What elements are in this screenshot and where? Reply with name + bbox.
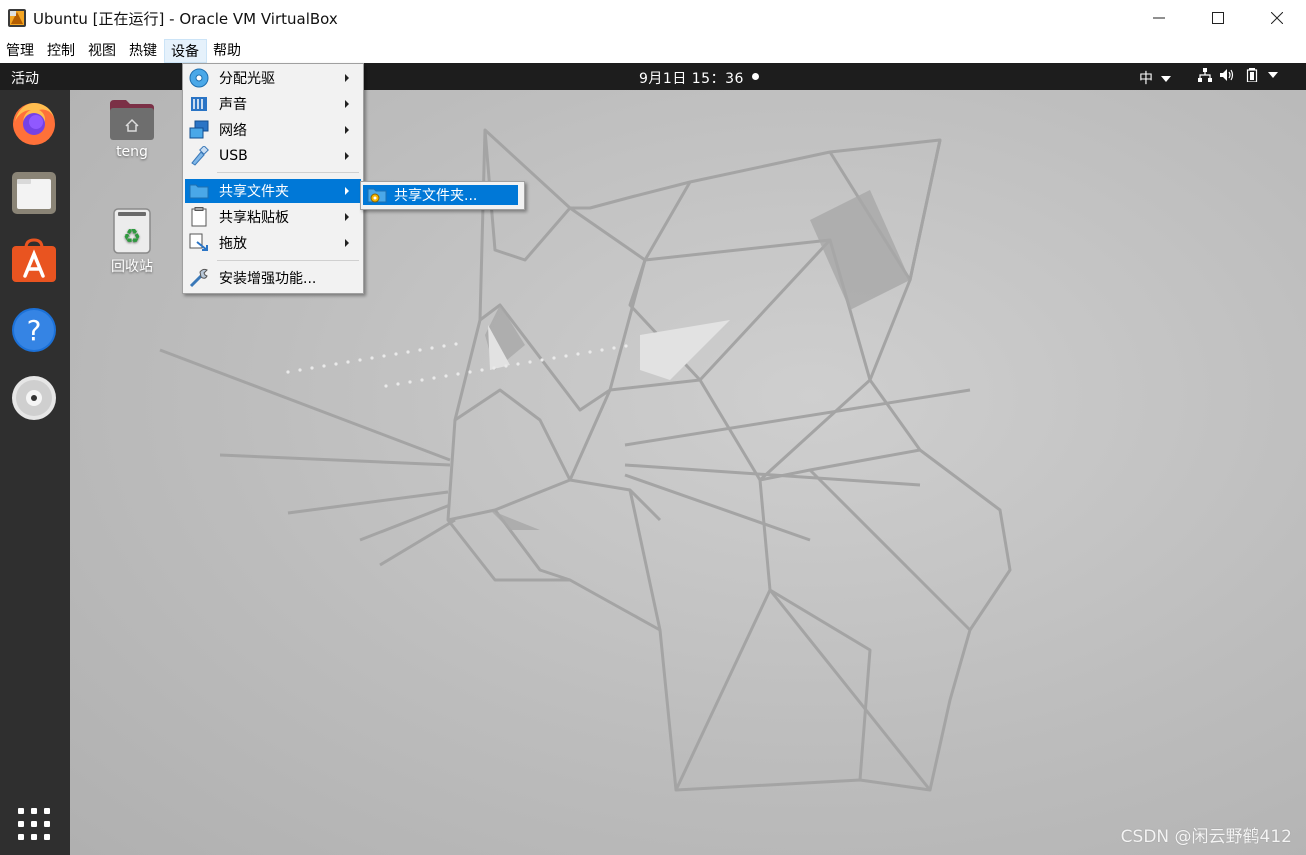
menu-control[interactable]: 控制 bbox=[41, 39, 82, 63]
menu-hotkeys[interactable]: 热键 bbox=[123, 39, 164, 63]
maximize-icon bbox=[1211, 12, 1224, 24]
submenu-item-shared-folder-settings[interactable]: 共享文件夹... bbox=[363, 185, 518, 205]
activities-button[interactable]: 活动 bbox=[11, 68, 39, 88]
usb-icon bbox=[191, 146, 209, 166]
svg-text:♻: ♻ bbox=[123, 224, 141, 248]
window-title: Ubuntu [正在运行] - Oracle VM VirtualBox bbox=[33, 9, 338, 28]
close-icon bbox=[1270, 12, 1283, 24]
virtualbox-app-icon[interactable] bbox=[7, 8, 27, 28]
shared-folder-icon bbox=[189, 184, 209, 199]
help-icon: ? bbox=[12, 308, 56, 352]
desktop-icon-home-label: teng bbox=[116, 144, 148, 160]
menu-devices[interactable]: 设备 bbox=[164, 38, 207, 63]
desktop-icon-trash-label: 回收站 bbox=[111, 259, 153, 275]
menu-help[interactable]: 帮助 bbox=[207, 39, 248, 63]
clock[interactable]: 9月1日 15：36 bbox=[639, 68, 744, 88]
menu-separator bbox=[217, 172, 359, 173]
notification-dot bbox=[752, 73, 759, 80]
system-menu-arrow-icon bbox=[1268, 72, 1278, 78]
menu-item-shared-clipboard[interactable]: 共享粘贴板 bbox=[185, 205, 361, 229]
home-folder-icon bbox=[110, 100, 154, 140]
system-tray[interactable] bbox=[1198, 68, 1278, 82]
battery-icon bbox=[1246, 68, 1258, 82]
desktop-icon-trash[interactable]: ♻ 回收站 bbox=[92, 208, 172, 276]
chevron-down-icon bbox=[1161, 76, 1172, 82]
input-method-indicator[interactable]: 中 bbox=[1139, 68, 1172, 88]
submenu-arrow-icon bbox=[345, 152, 349, 160]
close-button[interactable] bbox=[1247, 0, 1306, 36]
network-wired-icon bbox=[1198, 68, 1212, 82]
menu-item-network[interactable]: 网络 bbox=[185, 118, 361, 142]
submenu-arrow-icon bbox=[345, 187, 349, 195]
submenu-arrow-icon bbox=[345, 126, 349, 134]
dock-show-applications[interactable] bbox=[11, 801, 57, 847]
menu-item-usb[interactable]: USB bbox=[185, 144, 361, 168]
menu-item-audio[interactable]: 声音 bbox=[185, 92, 361, 116]
ubuntu-dock: ? bbox=[0, 90, 70, 855]
menu-item-drag-and-drop[interactable]: 拖放 bbox=[185, 231, 361, 255]
dock-files[interactable] bbox=[11, 170, 57, 216]
files-icon bbox=[12, 172, 56, 214]
clipboard-icon bbox=[191, 207, 207, 227]
desktop-icon-home[interactable]: teng bbox=[92, 98, 172, 160]
devices-menu: 分配光驱 声音 网络 USB 共享文件夹 共享粘贴板 拖放 安装增强功能... bbox=[182, 63, 364, 294]
dock-firefox[interactable] bbox=[11, 100, 57, 146]
audio-icon bbox=[191, 97, 207, 111]
volume-icon bbox=[1220, 69, 1234, 81]
firefox-icon bbox=[13, 103, 55, 145]
dock-help[interactable]: ? bbox=[11, 307, 57, 353]
ubuntu-software-icon bbox=[12, 238, 56, 282]
dock-ubuntu-software[interactable] bbox=[11, 238, 57, 284]
menu-item-install-guest-additions[interactable]: 安装增强功能... bbox=[185, 266, 361, 290]
minimize-icon bbox=[1152, 17, 1165, 19]
input-method-label: 中 bbox=[1139, 71, 1153, 87]
vbox-menubar: 管理 控制 视图 热键 设备 帮助 bbox=[0, 38, 248, 63]
show-applications-icon bbox=[18, 808, 50, 840]
network-icon bbox=[189, 120, 209, 139]
trash-icon: ♻ bbox=[113, 208, 151, 254]
shared-folders-submenu: 共享文件夹... bbox=[360, 181, 525, 210]
svg-text:?: ? bbox=[27, 314, 42, 347]
submenu-arrow-icon bbox=[345, 239, 349, 247]
minimize-button[interactable] bbox=[1129, 0, 1188, 36]
optical-disc-icon bbox=[189, 68, 209, 88]
menu-view[interactable]: 视图 bbox=[82, 39, 123, 63]
shared-folder-settings-icon bbox=[367, 188, 387, 203]
maximize-button[interactable] bbox=[1188, 0, 1247, 36]
menu-item-shared-folders[interactable]: 共享文件夹 bbox=[185, 179, 361, 203]
menu-machine[interactable]: 管理 bbox=[0, 39, 41, 63]
submenu-arrow-icon bbox=[345, 100, 349, 108]
dvd-icon bbox=[12, 376, 56, 420]
dock-dvd[interactable] bbox=[11, 375, 57, 421]
csdn-watermark: CSDN @闲云野鹤412 bbox=[1120, 827, 1292, 847]
drag-drop-icon bbox=[189, 233, 208, 251]
guest-additions-icon bbox=[189, 268, 208, 288]
submenu-arrow-icon bbox=[345, 74, 349, 82]
menu-item-optical-drives[interactable]: 分配光驱 bbox=[185, 66, 361, 90]
submenu-arrow-icon bbox=[345, 213, 349, 221]
window-titlebar: Ubuntu [正在运行] - Oracle VM VirtualBox bbox=[0, 0, 1306, 36]
menu-separator bbox=[217, 260, 359, 261]
